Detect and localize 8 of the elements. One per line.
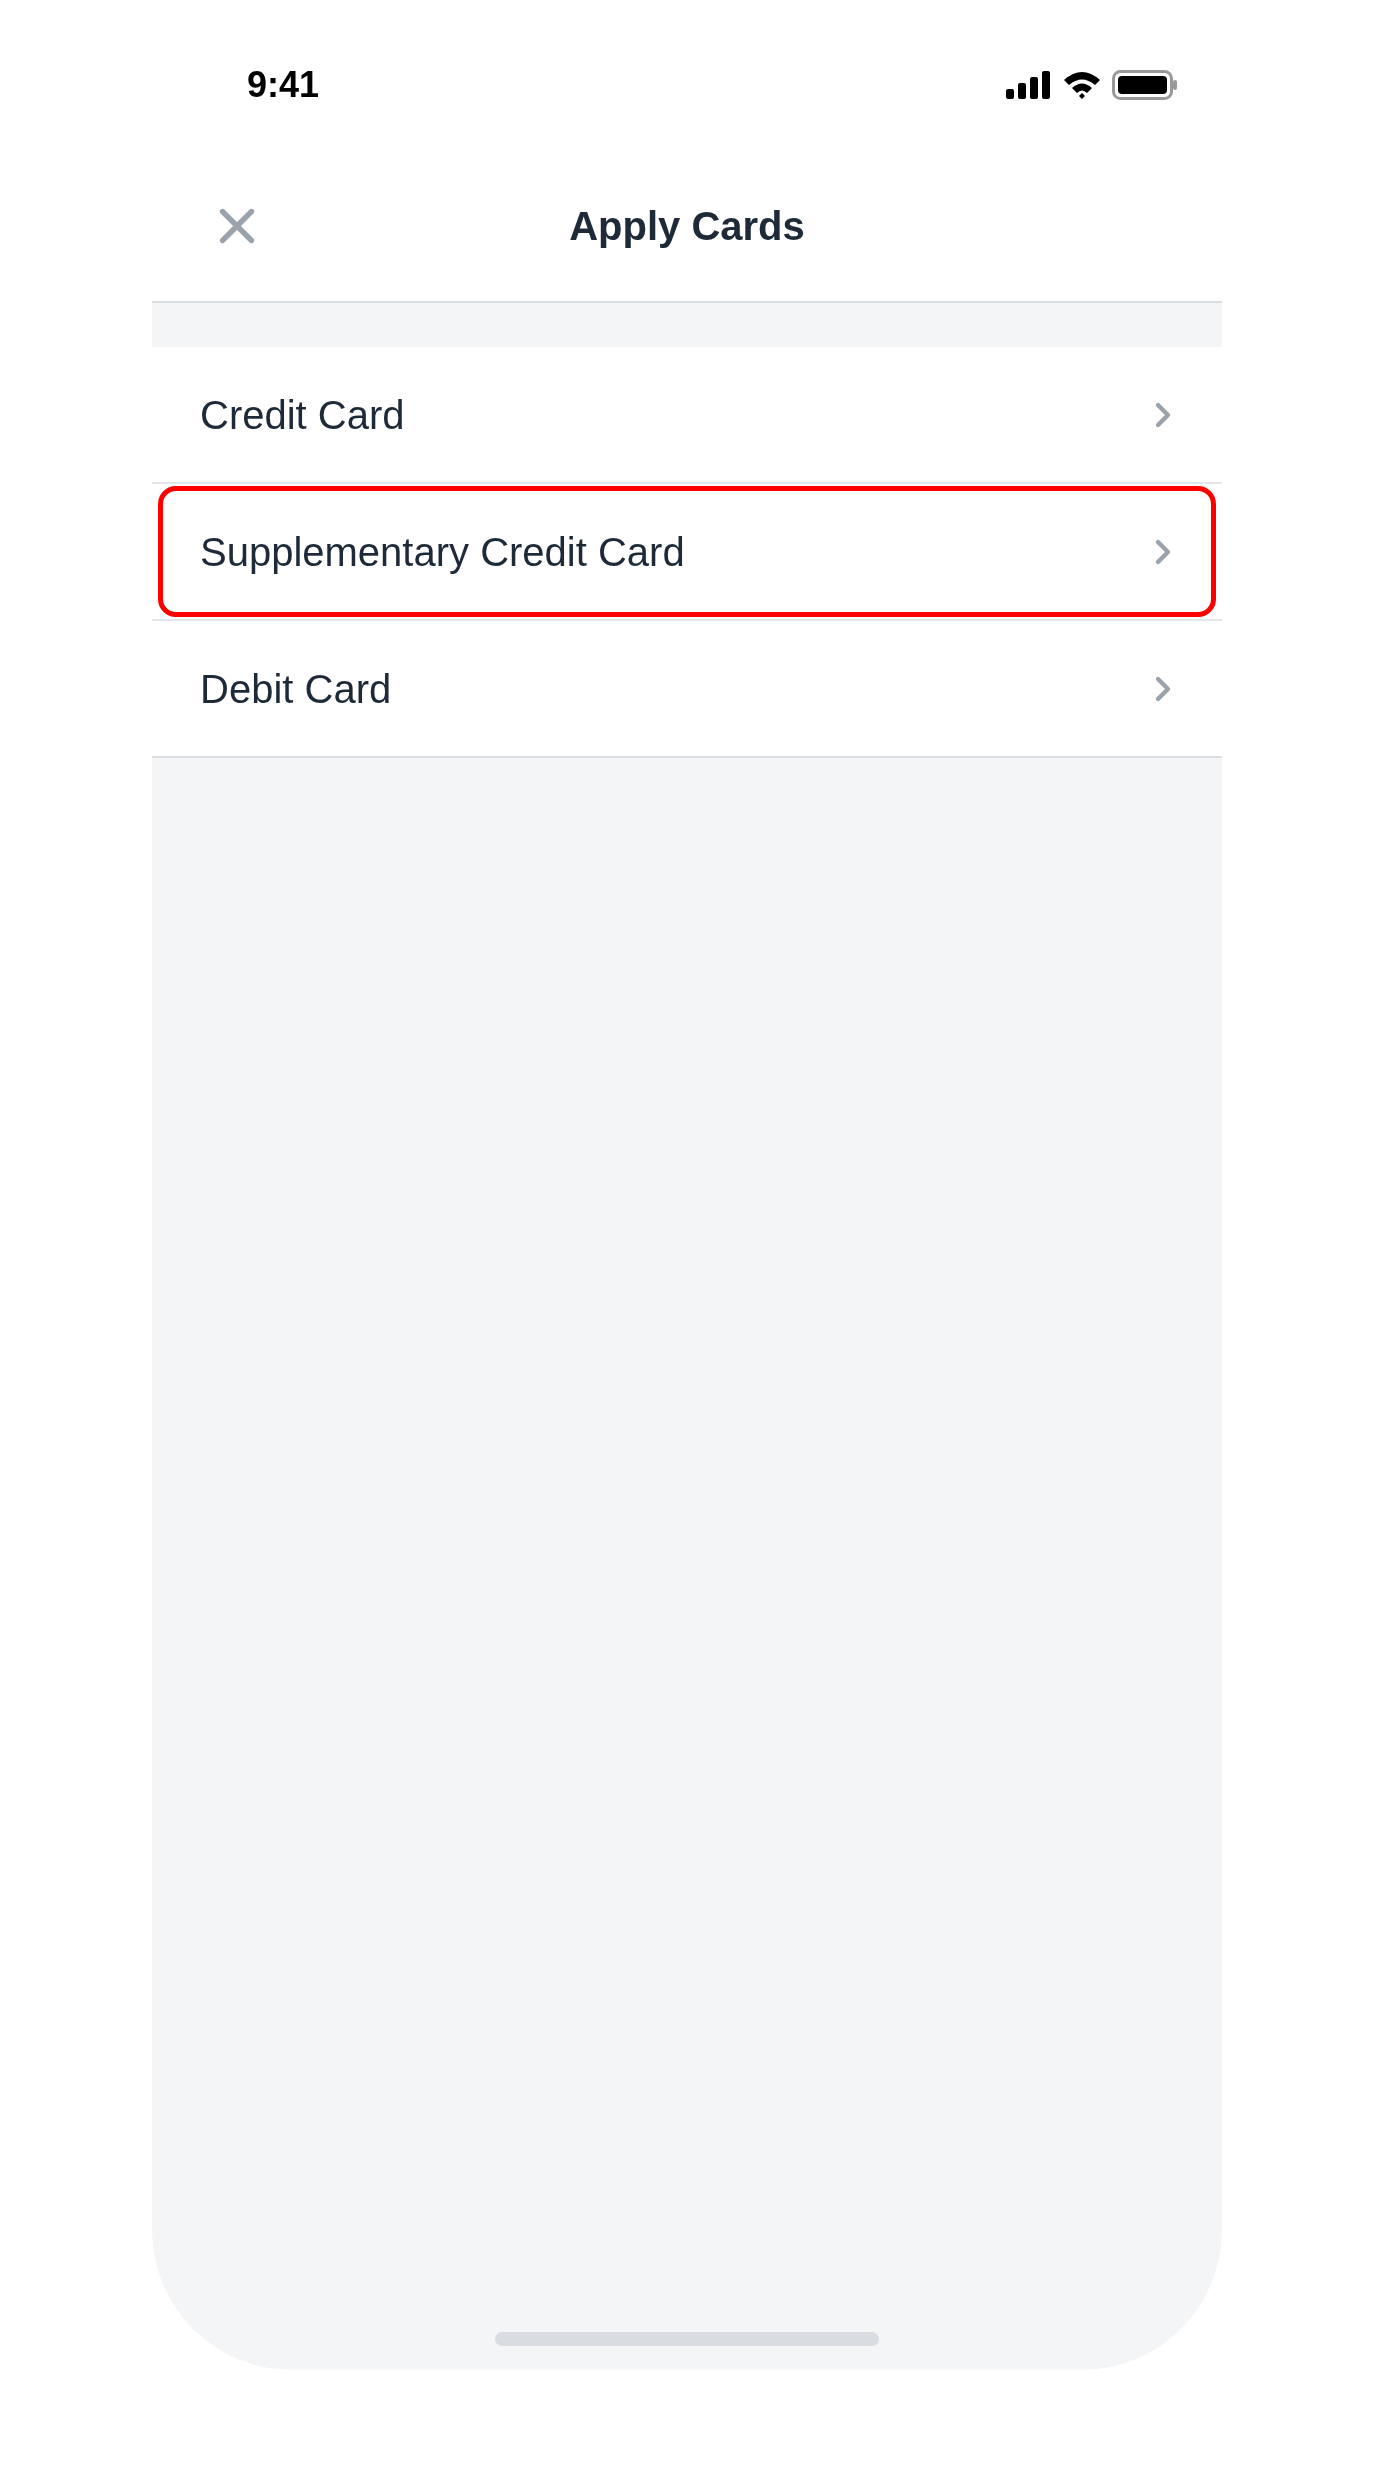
wifi-icon [1062,70,1102,100]
card-type-row[interactable]: Supplementary Credit Card [158,486,1216,617]
status-time: 9:41 [247,63,320,107]
signal-icon [1006,71,1052,99]
card-type-row[interactable]: Credit Card [158,349,1216,480]
battery-icon [1112,70,1178,100]
card-type-row[interactable]: Debit Card [158,623,1216,754]
screen-title: Apply Cards [569,202,805,250]
